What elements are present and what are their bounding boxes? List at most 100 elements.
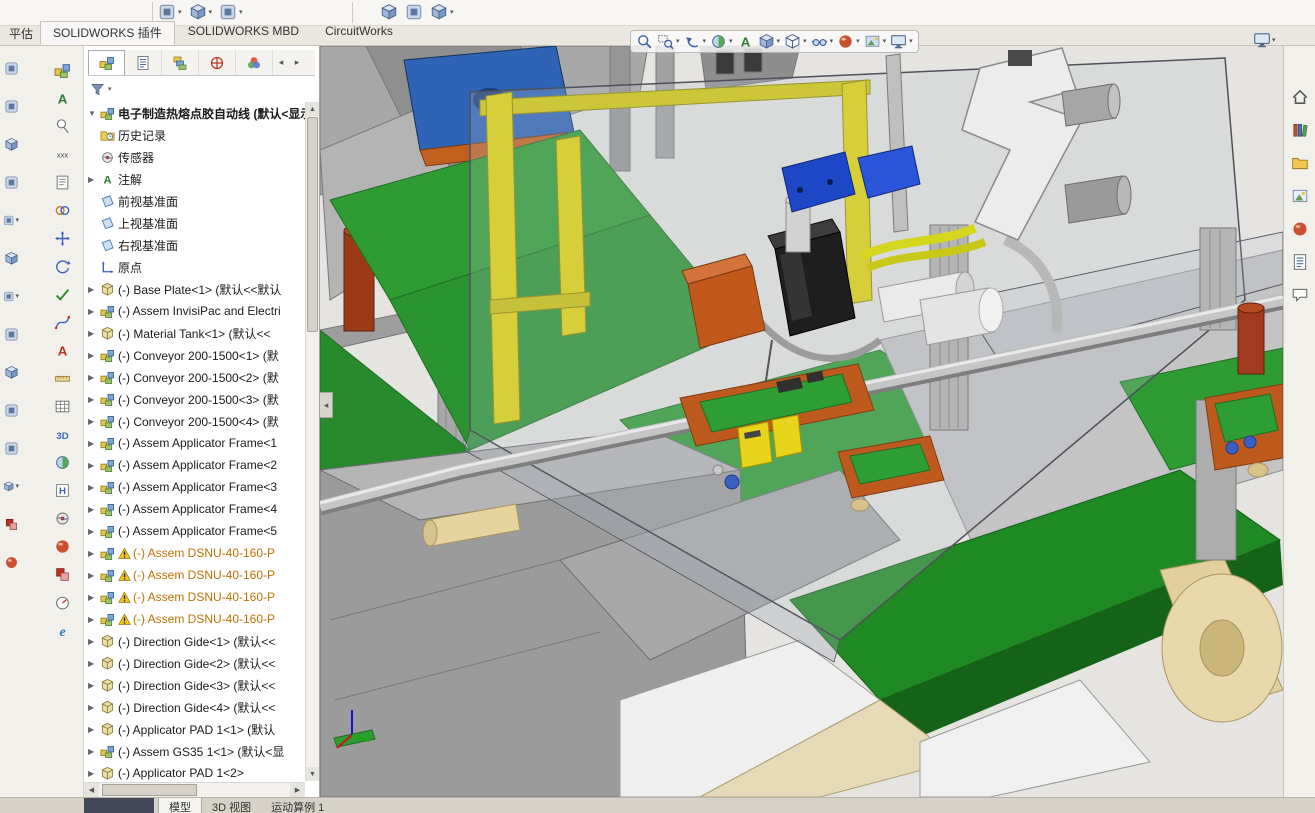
interference-detection-icon[interactable] [48, 564, 76, 584]
section-view-tool-icon[interactable] [48, 452, 76, 472]
tree-item[interactable]: ▶ (-) Assem Applicator Frame<5 [84, 520, 305, 542]
dropdown-caret[interactable]: ▾ [777, 38, 781, 45]
menu-tool-1-icon[interactable]: ▾ [158, 3, 182, 21]
edge-tool-2-icon[interactable] [3, 98, 19, 114]
3d-viewport[interactable] [320, 46, 1283, 797]
expand-arrow[interactable]: ▶ [88, 461, 100, 470]
menu-tool-3-icon[interactable]: ▾ [219, 3, 243, 21]
apply-scene-icon[interactable]: ▾ [864, 33, 886, 50]
tree-item[interactable]: ▶ (-) Applicator PAD 1<1> (默认 [84, 718, 305, 740]
dropdown-caret[interactable]: ▾ [676, 38, 680, 45]
tab-circuitworks[interactable]: CircuitWorks [312, 21, 406, 45]
dropdown-caret[interactable]: ▾ [450, 9, 454, 16]
scroll-right-arrow[interactable]: ▶ [290, 783, 305, 797]
forum-icon[interactable] [1289, 284, 1311, 306]
expand-arrow[interactable]: ▶ [88, 285, 100, 294]
expand-arrow[interactable]: ▶ [88, 175, 100, 184]
filter-caret[interactable]: ▾ [108, 86, 112, 93]
dimxpertmanager-tab[interactable] [199, 50, 236, 75]
tab-solidworks-addins[interactable]: SOLIDWORKS 插件 [40, 21, 175, 45]
view-palette-icon[interactable] [1289, 185, 1311, 207]
expand-arrow[interactable]: ▶ [88, 373, 100, 382]
dropdown-caret[interactable]: ▾ [830, 38, 834, 45]
tree-item[interactable]: 上视基准面 [84, 212, 305, 234]
tree-vertical-scrollbar[interactable]: ▲ ▼ [305, 102, 319, 781]
tree-item[interactable]: 历史记录 [84, 124, 305, 146]
tree-item[interactable]: ▶ 注解 [84, 168, 305, 190]
filter-funnel-icon[interactable] [90, 82, 105, 97]
view-settings-icon[interactable]: ▾ [890, 33, 913, 50]
panel-collapse-arrow[interactable]: ◂ [320, 392, 333, 418]
edge-tool-7-icon[interactable]: ▾ [3, 288, 19, 304]
hole-wizard-icon[interactable] [48, 480, 76, 500]
tree-item[interactable]: ▶ (-) Assem DSNU-40-160-P [84, 542, 305, 564]
tree-item[interactable]: ▶ (-) Assem Applicator Frame<1 [84, 432, 305, 454]
expand-arrow[interactable]: ▶ [88, 571, 100, 580]
performance-evaluation-icon[interactable] [48, 592, 76, 612]
ribbon-corner-tab[interactable]: 平估 [2, 23, 40, 45]
display-style-icon[interactable]: ▾ [784, 33, 807, 50]
tree-item[interactable]: ▶ (-) Direction Gide<3> (默认<< [84, 674, 305, 696]
scroll-down-arrow[interactable]: ▼ [306, 767, 319, 781]
expand-arrow[interactable]: ▶ [88, 769, 100, 778]
zoom-fit-icon[interactable] [636, 33, 653, 50]
custom-properties-icon[interactable] [1289, 251, 1311, 273]
edge-tool-1-icon[interactable] [3, 60, 19, 76]
edge-tool-5-icon[interactable]: ▾ [3, 212, 19, 228]
tree-item[interactable]: ▶ (-) Assem Applicator Frame<3 [84, 476, 305, 498]
dropdown-caret[interactable]: ▾ [178, 9, 182, 16]
dropdown-caret[interactable]: ▾ [703, 38, 707, 45]
view-orientation-icon[interactable]: ▾ [758, 33, 781, 50]
expand-arrow[interactable]: ▶ [88, 681, 100, 690]
tree-item[interactable]: 前视基准面 [84, 190, 305, 212]
mate-icon[interactable] [48, 200, 76, 220]
tree-item[interactable]: ▶ (-) Direction Gide<4> (默认<< [84, 696, 305, 718]
tree-item[interactable]: ▶ (-) Assem GS35 1<1> (默认<显 [84, 740, 305, 762]
3d-drawing-view-icon[interactable] [48, 424, 76, 444]
tree-item[interactable]: ▶ (-) Assem DSNU-40-160-P [84, 586, 305, 608]
configurationmanager-tab[interactable] [162, 50, 199, 75]
tree-item[interactable]: ▶ (-) Applicator PAD 1<2> [84, 762, 305, 781]
expand-arrow[interactable]: ▶ [88, 549, 100, 558]
expand-arrow[interactable]: ▶ [88, 329, 100, 338]
edge-tool-12-icon[interactable]: ▾ [3, 478, 19, 494]
move-component-icon[interactable] [48, 228, 76, 248]
equation-check-icon[interactable] [48, 284, 76, 304]
tree-item[interactable]: ▶ (-) Conveyor 200-1500<4> (默 [84, 410, 305, 432]
rotate-component-icon[interactable] [48, 256, 76, 276]
edge-tool-11-icon[interactable] [3, 440, 19, 456]
expand-arrow[interactable]: ▶ [88, 505, 100, 514]
appearances-icon[interactable] [1289, 218, 1311, 240]
note-icon[interactable] [48, 172, 76, 192]
tree-item[interactable]: ▶ (-) Assem DSNU-40-160-P [84, 608, 305, 630]
model-tab[interactable]: 模型 [158, 798, 202, 813]
edge-tool-4-icon[interactable] [3, 174, 19, 190]
zoom-area-icon[interactable]: ▾ [657, 33, 680, 50]
edge-tool-13-icon[interactable] [3, 516, 19, 532]
expand-arrow[interactable]: ▼ [88, 109, 100, 118]
edge-tool-3-icon[interactable] [3, 136, 19, 152]
file-explorer-icon[interactable] [1289, 152, 1311, 174]
sensor-tool-icon[interactable] [48, 508, 76, 528]
expand-arrow[interactable]: ▶ [88, 637, 100, 646]
expand-arrow[interactable]: ▶ [88, 659, 100, 668]
dropdown-caret[interactable]: ▾ [15, 483, 19, 490]
displaymanager-tab[interactable] [236, 50, 273, 75]
section-view-icon[interactable]: ▾ [710, 33, 733, 50]
measure-icon[interactable] [48, 368, 76, 388]
display-options-icon[interactable]: ▾ [1253, 31, 1276, 49]
balloon-icon[interactable] [48, 116, 76, 136]
weld-symbol-icon[interactable] [48, 144, 76, 164]
dropdown-caret[interactable]: ▾ [1272, 37, 1276, 44]
dropdown-caret[interactable]: ▾ [239, 9, 243, 16]
tree-item[interactable]: ▶ (-) Base Plate<1> (默认<<默认 [84, 278, 305, 300]
tree-item[interactable]: ▶ (-) Conveyor 200-1500<2> (默 [84, 366, 305, 388]
edge-tool-6-icon[interactable] [3, 250, 19, 266]
tree-item[interactable]: ▶ (-) Conveyor 200-1500<3> (默 [84, 388, 305, 410]
expand-arrow[interactable]: ▶ [88, 417, 100, 426]
scroll-up-arrow[interactable]: ▲ [306, 102, 319, 116]
scroll-left-arrow[interactable]: ◀ [84, 783, 99, 797]
expand-arrow[interactable]: ▶ [88, 351, 100, 360]
panel-tab-scroll-right[interactable]: ▸ [289, 50, 305, 75]
edit-appearance-tool-icon[interactable] [48, 536, 76, 556]
